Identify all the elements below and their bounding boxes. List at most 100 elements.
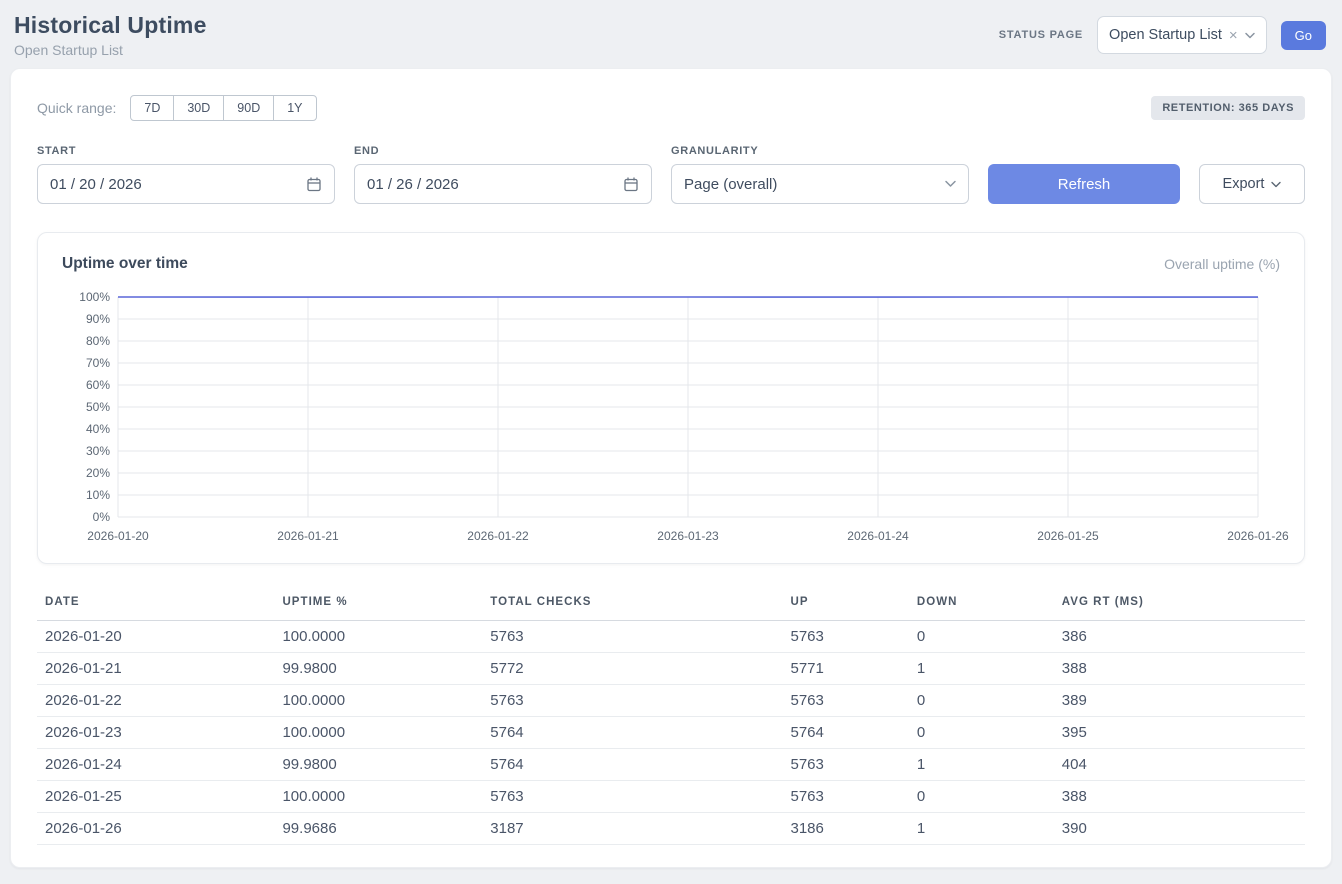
table-cell: 5772	[482, 653, 782, 685]
table-cell: 5763	[482, 685, 782, 717]
status-page-select[interactable]: Open Startup List ×	[1097, 16, 1267, 54]
table-cell: 5771	[782, 653, 908, 685]
end-label: END	[354, 145, 652, 157]
table-cell: 100.0000	[274, 685, 482, 717]
start-date-value: 01 / 20 / 2026	[50, 176, 142, 193]
refresh-button[interactable]: Refresh	[988, 164, 1180, 204]
table-cell: 100.0000	[274, 717, 482, 749]
uptime-table: DATEUPTIME %TOTAL CHECKSUPDOWNAVG RT (MS…	[37, 590, 1305, 845]
retention-badge: RETENTION: 365 DAYS	[1151, 96, 1305, 120]
svg-text:40%: 40%	[86, 422, 110, 436]
svg-text:30%: 30%	[86, 444, 110, 458]
topbar-right: STATUS PAGE Open Startup List × Go	[999, 16, 1326, 54]
table-row: 2026-01-25100.0000576357630388	[37, 781, 1305, 813]
table-cell: 404	[1054, 749, 1305, 781]
column-header: UP	[782, 590, 908, 621]
calendar-icon[interactable]	[623, 176, 639, 192]
start-date-input[interactable]: 01 / 20 / 2026	[37, 164, 335, 204]
table-cell: 2026-01-24	[37, 749, 274, 781]
table-cell: 100.0000	[274, 621, 482, 653]
granularity-label: GRANULARITY	[671, 145, 969, 157]
table-cell: 1	[909, 813, 1054, 845]
export-button[interactable]: Export	[1199, 164, 1305, 204]
page-subtitle: Open Startup List	[14, 42, 207, 58]
table-row: 2026-01-20100.0000576357630386	[37, 621, 1305, 653]
historical-uptime-page: Historical Uptime Open Startup List STAT…	[0, 0, 1342, 884]
quick-range-30d-button[interactable]: 30D	[173, 95, 224, 121]
table-cell: 0	[909, 717, 1054, 749]
start-date-field: START 01 / 20 / 2026	[37, 145, 335, 204]
table-cell: 2026-01-21	[37, 653, 274, 685]
table-cell: 5764	[482, 749, 782, 781]
granularity-field: GRANULARITY Page (overall)	[671, 145, 969, 204]
table-row: 2026-01-2499.9800576457631404	[37, 749, 1305, 781]
clear-icon[interactable]: ×	[1229, 28, 1238, 43]
table-cell: 2026-01-22	[37, 685, 274, 717]
table-cell: 5764	[482, 717, 782, 749]
svg-text:70%: 70%	[86, 356, 110, 370]
quick-range-group: 7D 30D 90D 1Y	[130, 95, 316, 121]
granularity-value: Page (overall)	[684, 176, 777, 193]
table-cell: 1	[909, 749, 1054, 781]
svg-text:2026-01-23: 2026-01-23	[657, 529, 719, 543]
quick-range-label: Quick range:	[37, 100, 116, 116]
status-page-select-value: Open Startup List	[1109, 27, 1222, 43]
svg-text:2026-01-20: 2026-01-20	[87, 529, 149, 543]
table-cell: 5763	[782, 749, 908, 781]
chevron-down-icon	[945, 180, 956, 188]
status-page-label: STATUS PAGE	[999, 29, 1083, 41]
table-cell: 5763	[782, 685, 908, 717]
column-header: AVG RT (MS)	[1054, 590, 1305, 621]
end-date-input[interactable]: 01 / 26 / 2026	[354, 164, 652, 204]
column-header: DOWN	[909, 590, 1054, 621]
table-cell: 3186	[782, 813, 908, 845]
table-row: 2026-01-2199.9800577257711388	[37, 653, 1305, 685]
svg-text:90%: 90%	[86, 312, 110, 326]
table-cell: 2026-01-25	[37, 781, 274, 813]
table-head: DATEUPTIME %TOTAL CHECKSUPDOWNAVG RT (MS…	[37, 590, 1305, 621]
main-card: Quick range: 7D 30D 90D 1Y RETENTION: 36…	[10, 68, 1332, 868]
svg-text:0%: 0%	[93, 510, 111, 524]
table-cell: 5763	[782, 781, 908, 813]
svg-text:10%: 10%	[86, 488, 110, 502]
svg-text:2026-01-21: 2026-01-21	[277, 529, 339, 543]
quick-range-7d-button[interactable]: 7D	[130, 95, 174, 121]
table-cell: 99.9686	[274, 813, 482, 845]
svg-text:20%: 20%	[86, 466, 110, 480]
table-cell: 2026-01-20	[37, 621, 274, 653]
table-cell: 395	[1054, 717, 1305, 749]
svg-text:2026-01-22: 2026-01-22	[467, 529, 529, 543]
export-label: Export	[1223, 176, 1265, 192]
table-cell: 388	[1054, 781, 1305, 813]
table-cell: 99.9800	[274, 653, 482, 685]
svg-text:2026-01-26: 2026-01-26	[1227, 529, 1289, 543]
svg-text:100%: 100%	[79, 290, 110, 304]
table-header-row: DATEUPTIME %TOTAL CHECKSUPDOWNAVG RT (MS…	[37, 590, 1305, 621]
end-date-value: 01 / 26 / 2026	[367, 176, 459, 193]
quick-range-row: Quick range: 7D 30D 90D 1Y RETENTION: 36…	[37, 95, 1305, 121]
table-cell: 1	[909, 653, 1054, 685]
calendar-icon[interactable]	[306, 176, 322, 192]
svg-text:80%: 80%	[86, 334, 110, 348]
granularity-select[interactable]: Page (overall)	[671, 164, 969, 204]
table-cell: 5764	[782, 717, 908, 749]
table-cell: 2026-01-26	[37, 813, 274, 845]
go-button[interactable]: Go	[1281, 21, 1326, 50]
chart-card: Uptime over time Overall uptime (%) 0% 10…	[37, 232, 1305, 564]
column-header: UPTIME %	[274, 590, 482, 621]
svg-text:2026-01-25: 2026-01-25	[1037, 529, 1099, 543]
svg-text:2026-01-24: 2026-01-24	[847, 529, 909, 543]
table-cell: 100.0000	[274, 781, 482, 813]
table-cell: 388	[1054, 653, 1305, 685]
chart-title: Uptime over time	[62, 255, 188, 273]
table-cell: 0	[909, 685, 1054, 717]
column-header: DATE	[37, 590, 274, 621]
table-row: 2026-01-2699.9686318731861390	[37, 813, 1305, 845]
table-body: 2026-01-20100.00005763576303862026-01-21…	[37, 621, 1305, 845]
quick-range-1y-button[interactable]: 1Y	[273, 95, 316, 121]
end-date-field: END 01 / 26 / 2026	[354, 145, 652, 204]
quick-range-90d-button[interactable]: 90D	[223, 95, 274, 121]
table-cell: 99.9800	[274, 749, 482, 781]
chart-legend: Overall uptime (%)	[1164, 256, 1280, 272]
fields-row: START 01 / 20 / 2026 END 01 / 26 / 2026	[37, 145, 1305, 204]
